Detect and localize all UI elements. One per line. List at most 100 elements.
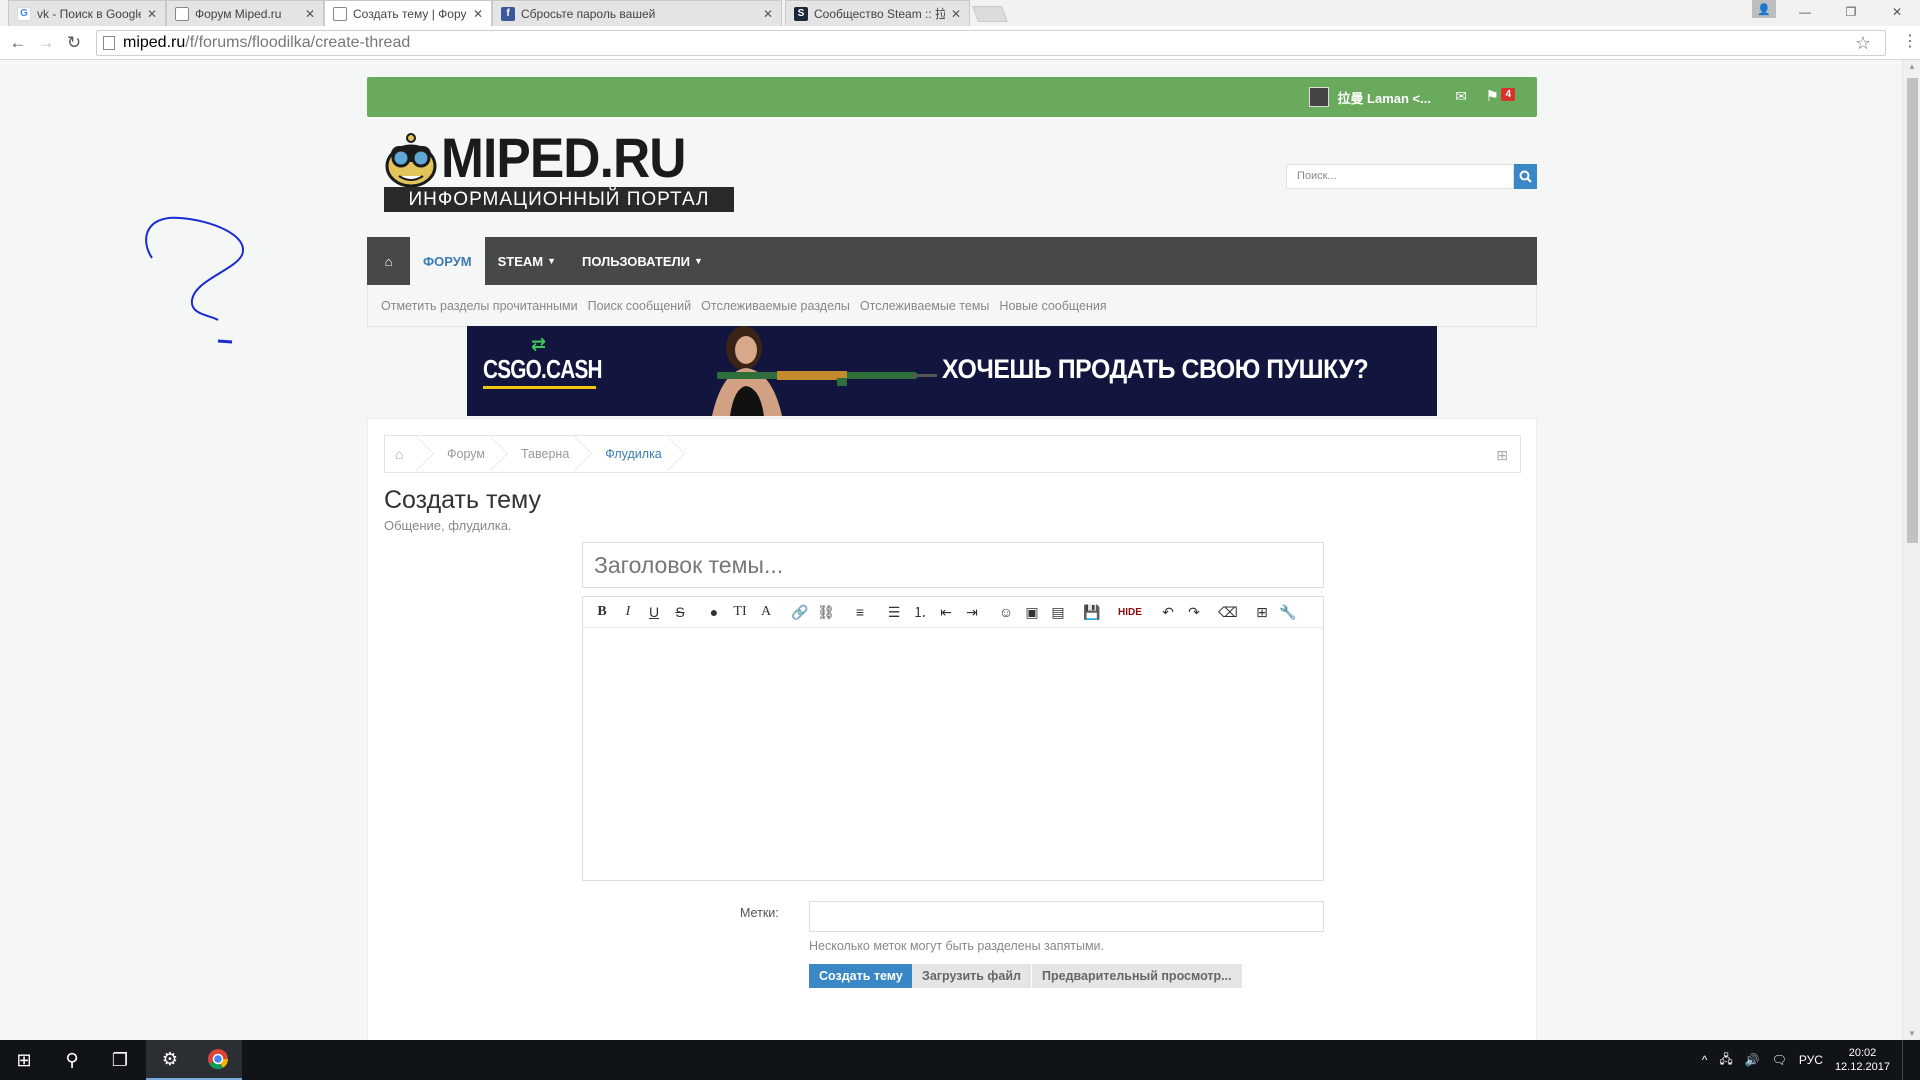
user-menu[interactable]: 拉曼 Laman <...	[1309, 87, 1431, 107]
notification-icon[interactable]: 🗨	[1772, 1053, 1787, 1067]
profile-icon[interactable]: 👤	[1752, 0, 1776, 18]
page-info-icon[interactable]	[103, 36, 115, 50]
restore-icon[interactable]: ❐	[1828, 0, 1874, 24]
browser-tab[interactable]: S Сообщество Steam :: 拉曼 ✕	[785, 0, 970, 26]
outdent-icon[interactable]: ⇤	[933, 599, 959, 625]
windows-start-icon[interactable]: ⊞	[0, 1040, 48, 1080]
align-icon[interactable]: ≡	[847, 599, 873, 625]
bold-icon[interactable]: B	[589, 599, 615, 625]
envelope-icon[interactable]: ✉	[1455, 88, 1467, 105]
close-tab-icon[interactable]: ✕	[951, 7, 961, 21]
smiley-icon[interactable]: ☺	[993, 599, 1019, 625]
task-view-icon[interactable]: ❐	[96, 1040, 144, 1080]
show-desktop-button[interactable]	[1902, 1040, 1908, 1080]
main-nav: ⌂ Форум Steam ▼ Пользователи ▼	[367, 237, 1537, 285]
close-tab-icon[interactable]: ✕	[147, 7, 157, 21]
site-logo[interactable]: MIPED.RU ИНФОРМАЦИОННЫЙ ПОРТАЛ	[381, 128, 737, 212]
underline-icon[interactable]: U	[641, 599, 667, 625]
breadcrumb-item[interactable]: Таверна	[501, 435, 585, 473]
minimize-icon[interactable]: —	[1782, 0, 1828, 24]
scroll-up-icon[interactable]: ▲	[1908, 62, 1916, 71]
clock[interactable]: 20:02 12.12.2017	[1835, 1046, 1890, 1074]
create-thread-button[interactable]: Создать тему	[809, 964, 913, 988]
close-tab-icon[interactable]: ✕	[305, 7, 315, 21]
page-description: Общение, флудилка.	[384, 518, 512, 533]
font-size-icon[interactable]: TI	[727, 599, 753, 625]
undo-icon[interactable]: ↶	[1155, 599, 1181, 625]
breadcrumb-home[interactable]: ⌂	[385, 435, 427, 473]
browser-menu-icon[interactable]: ⋮	[1902, 31, 1918, 51]
tab-title: Сбросьте пароль вашей	[521, 6, 656, 21]
redo-icon[interactable]: ↷	[1181, 599, 1207, 625]
wrench-icon[interactable]: 🔧	[1275, 599, 1301, 625]
text-color-icon[interactable]: ●	[701, 599, 727, 625]
font-family-icon[interactable]: A	[753, 599, 779, 625]
page-scrollbar[interactable]: ▲ ▼	[1902, 60, 1920, 1040]
volume-icon[interactable]: 🔊	[1745, 1053, 1760, 1067]
nav-home[interactable]: ⌂	[367, 237, 410, 285]
italic-icon[interactable]: I	[615, 599, 641, 625]
scroll-down-icon[interactable]: ▼	[1908, 1029, 1916, 1038]
sitemap-icon[interactable]: ⊞	[1496, 447, 1508, 464]
forward-icon[interactable]: →	[34, 32, 58, 54]
indent-icon[interactable]: ⇥	[959, 599, 985, 625]
chrome-icon[interactable]	[194, 1040, 242, 1080]
media-icon[interactable]: ▤	[1045, 599, 1071, 625]
nav-steam[interactable]: Steam ▼	[485, 237, 569, 285]
close-window-icon[interactable]: ✕	[1874, 0, 1920, 24]
search-icon[interactable]: ⚲	[48, 1040, 96, 1080]
save-draft-icon[interactable]: 💾	[1079, 599, 1105, 625]
language-indicator[interactable]: РУС	[1799, 1053, 1823, 1067]
tags-input[interactable]	[809, 901, 1324, 932]
nav-forum[interactable]: Форум	[410, 237, 485, 285]
eraser-icon[interactable]: ⌫	[1215, 599, 1241, 625]
subnav-new-posts[interactable]: Новые сообщения	[999, 299, 1106, 313]
subnav-watched-threads[interactable]: Отслеживаемые темы	[860, 299, 990, 313]
hide-icon[interactable]: HIDE	[1113, 599, 1147, 625]
link-icon[interactable]: 🔗	[787, 599, 813, 625]
bullet-list-icon[interactable]: ☰	[881, 599, 907, 625]
image-icon[interactable]: ▣	[1019, 599, 1045, 625]
subnav-watched-forums[interactable]: Отслеживаемые разделы	[701, 299, 850, 313]
browser-tab[interactable]: f Сбросьте пароль вашей ✕	[492, 0, 782, 26]
system-tray: ^ 🖧 🔊 🗨 РУС 20:02 12.12.2017	[1702, 1040, 1908, 1080]
user-name: 拉曼 Laman <...	[1337, 90, 1431, 106]
insert-icon[interactable]: ⊞	[1249, 599, 1275, 625]
unlink-icon[interactable]: ⛓	[813, 599, 839, 625]
new-tab-button[interactable]	[972, 6, 1008, 22]
bookmark-star-icon[interactable]: ☆	[1855, 33, 1871, 54]
ad-banner[interactable]: ⇄ CSGO.CASH ХОЧЕШЬ ПРОДАТЬ СВОЮ ПУШКУ?	[467, 326, 1437, 416]
google-icon: G	[17, 6, 31, 21]
message-editor[interactable]	[582, 628, 1324, 881]
preview-button[interactable]: Предварительный просмотр...	[1032, 964, 1242, 988]
subnav-search-messages[interactable]: Поиск сообщений	[588, 299, 692, 313]
tab-title: Форум Miped.ru	[195, 6, 282, 21]
reload-icon[interactable]: ↻	[62, 32, 86, 54]
tray-expand-icon[interactable]: ^	[1702, 1053, 1708, 1067]
numbered-list-icon[interactable]: ⒈	[907, 599, 933, 625]
browser-tab[interactable]: G vk - Поиск в Google ✕	[8, 0, 166, 26]
close-tab-icon[interactable]: ✕	[763, 7, 773, 21]
settings-icon[interactable]: ⚙	[146, 1040, 194, 1080]
upload-file-button[interactable]: Загрузить файл	[912, 964, 1031, 988]
scrollbar-thumb[interactable]	[1907, 78, 1918, 543]
flag-icon[interactable]: ⚑	[1486, 87, 1499, 105]
network-icon[interactable]: 🖧	[1719, 1050, 1732, 1071]
browser-tab[interactable]: Форум Miped.ru ✕	[166, 0, 324, 26]
page-icon	[333, 7, 347, 21]
address-bar[interactable]: miped.ru/f/forums/floodilka/create-threa…	[96, 30, 1886, 56]
browser-tab-active[interactable]: Создать тему | Форум Mi ✕	[324, 0, 492, 27]
banner-brand: CSGO.CASH	[483, 354, 603, 384]
back-icon[interactable]: ←	[6, 32, 30, 54]
banner-rifle-image	[717, 371, 937, 386]
breadcrumb-item-current[interactable]: Флудилка	[585, 435, 677, 473]
nav-users[interactable]: Пользователи ▼	[569, 237, 716, 285]
question-mark-doodle	[145, 216, 245, 344]
close-tab-icon[interactable]: ✕	[473, 7, 483, 21]
strikethrough-icon[interactable]: S	[667, 599, 693, 625]
search-button[interactable]	[1514, 164, 1537, 189]
search-input[interactable]: Поиск...	[1286, 164, 1514, 189]
thread-title-input[interactable]: Заголовок темы...	[582, 542, 1324, 588]
subnav-mark-read[interactable]: Отметить разделы прочитанными	[381, 299, 578, 313]
breadcrumb-item[interactable]: Форум	[427, 435, 501, 473]
